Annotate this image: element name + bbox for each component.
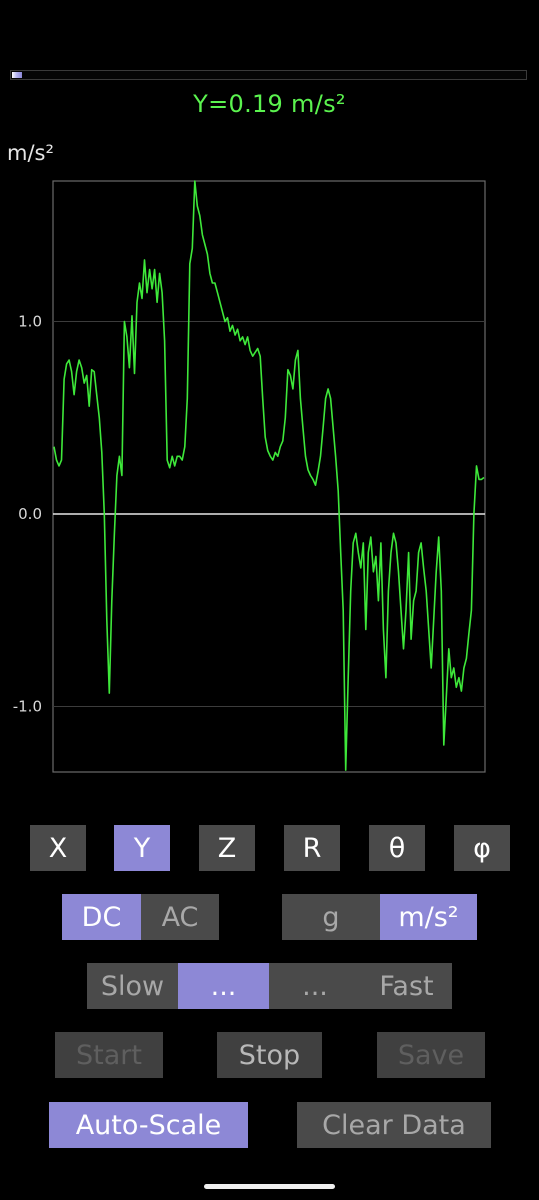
value-readout: Y=0.19 m/s²	[193, 90, 346, 118]
unit-g-toggle[interactable]: g	[282, 894, 380, 940]
speed-mid2-option[interactable]: ...	[269, 963, 361, 1009]
axis-theta-button[interactable]: θ	[369, 825, 425, 871]
save-button[interactable]: Save	[377, 1032, 485, 1078]
signal-level-bar	[10, 70, 527, 80]
signal-level-fill	[12, 72, 22, 78]
y-tick-label: 0.0	[18, 505, 42, 523]
y-tick-label: -1.0	[13, 698, 42, 716]
unit-ms2-toggle[interactable]: m/s²	[380, 894, 477, 940]
ac-toggle[interactable]: AC	[141, 894, 219, 940]
home-indicator[interactable]	[204, 1184, 335, 1189]
axis-z-button[interactable]: Z	[199, 825, 255, 871]
stop-button[interactable]: Stop	[217, 1032, 322, 1078]
speed-mid1-option[interactable]: ...	[178, 963, 269, 1009]
speed-fast-option[interactable]: Fast	[361, 963, 452, 1009]
axis-x-button[interactable]: X	[30, 825, 86, 871]
plot-area-border	[52, 180, 486, 773]
dc-toggle[interactable]: DC	[62, 894, 141, 940]
axis-phi-button[interactable]: φ	[454, 825, 510, 871]
y-axis-unit-label: m/s²	[7, 141, 54, 165]
axis-r-button[interactable]: R	[284, 825, 340, 871]
speed-slow-option[interactable]: Slow	[87, 963, 178, 1009]
clear-data-button[interactable]: Clear Data	[297, 1102, 491, 1148]
acceleration-chart: 1.0 0.0 -1.0	[13, 180, 486, 773]
auto-scale-button[interactable]: Auto-Scale	[49, 1102, 248, 1148]
axis-y-button[interactable]: Y	[114, 825, 170, 871]
start-button[interactable]: Start	[55, 1032, 163, 1078]
y-tick-label: 1.0	[18, 313, 42, 331]
